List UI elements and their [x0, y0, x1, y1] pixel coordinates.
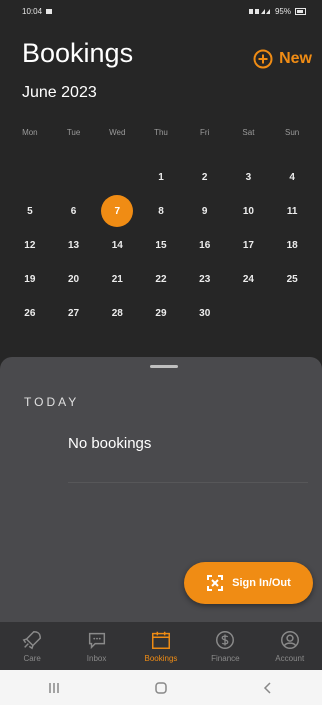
sheet-drag-handle[interactable]	[150, 365, 178, 368]
tab-label: Inbox	[86, 654, 107, 663]
calendar-day[interactable]: 24	[232, 263, 264, 295]
account-icon	[280, 631, 299, 649]
calendar-day[interactable]: 28	[101, 297, 133, 329]
plus-circle-icon	[253, 49, 273, 69]
calendar-day[interactable]: 3	[232, 161, 264, 193]
rocket-icon	[22, 631, 42, 650]
calendar-day[interactable]: 19	[14, 263, 46, 295]
tab-label: Account	[275, 654, 305, 663]
calendar-day[interactable]: 30	[189, 297, 221, 329]
calendar-day[interactable]: 6	[58, 195, 90, 227]
calendar-day[interactable]: 21	[101, 263, 133, 295]
calendar-day[interactable]: 18	[276, 229, 308, 261]
calendar-day[interactable]: 4	[276, 161, 308, 193]
calendar-day[interactable]: 10	[232, 195, 264, 227]
dollar-icon	[216, 631, 235, 649]
weekday-label: Tue	[66, 128, 81, 137]
weekday-label: Mon	[22, 128, 38, 137]
status-time: 10:04	[22, 6, 43, 16]
calendar-day[interactable]: 9	[189, 195, 221, 227]
new-booking-button[interactable]: New	[253, 49, 312, 69]
calendar-day[interactable]: 29	[145, 297, 177, 329]
tab-label: Bookings	[144, 654, 178, 663]
calendar-day[interactable]: 2	[189, 161, 221, 193]
weekday-label: Sat	[242, 128, 255, 137]
page-title: Bookings	[22, 38, 134, 68]
calendar-day[interactable]: 15	[145, 229, 177, 261]
calendar-day[interactable]: 20	[58, 263, 90, 295]
calendar-day[interactable]: 8	[145, 195, 177, 227]
tab-label: Finance	[211, 654, 240, 663]
tab-care[interactable]: Care	[0, 629, 64, 663]
empty-state-text: No bookings	[68, 435, 152, 452]
battery-percent: 95%	[274, 6, 291, 16]
recent-apps-button[interactable]	[24, 682, 84, 694]
status-bar: 10:04 95%	[0, 0, 322, 22]
divider	[68, 482, 308, 483]
bottom-tab-bar: Care Inbox Bookings Finance Account	[0, 622, 322, 670]
home-icon	[155, 681, 167, 694]
system-nav-bar	[0, 670, 322, 705]
calendar-day[interactable]: 11	[276, 195, 308, 227]
phone-screen: 10:04 95% Bookings New June 2023 Mon Tue W…	[0, 0, 322, 705]
weekday-label: Sun	[285, 128, 300, 137]
battery-icon	[295, 7, 306, 15]
calendar-day-selected[interactable]: 7	[101, 195, 134, 227]
back-chevron-icon	[264, 681, 271, 694]
bookings-sheet[interactable]: TODAY No bookings Sign In/Out	[0, 357, 322, 622]
section-label-today: TODAY	[24, 395, 80, 409]
calendar-day[interactable]: 27	[58, 297, 90, 329]
chat-icon	[88, 632, 105, 650]
calendar-day[interactable]: 13	[58, 229, 90, 261]
calendar-day[interactable]: 25	[276, 263, 308, 295]
calendar-day[interactable]: 14	[101, 229, 133, 261]
tab-bookings[interactable]: Bookings	[129, 629, 193, 663]
scan-icon	[207, 575, 224, 591]
calendar-day[interactable]: 5	[14, 195, 46, 227]
calendar-day[interactable]: 22	[145, 263, 177, 295]
weekday-label: Thu	[154, 128, 168, 137]
tab-finance[interactable]: Finance	[193, 629, 257, 663]
signal-icon	[248, 8, 270, 14]
tab-account[interactable]: Account	[258, 629, 322, 663]
calendar-icon	[151, 631, 170, 649]
calendar-grid: Mon Tue Wed Thu Fri Sat Sun 1 2 3 4 5 6 7 8 9 10 11 12 13 14…	[8, 126, 314, 330]
calendar-day[interactable]: 23	[189, 263, 221, 295]
weekday-label: Wed	[109, 128, 126, 137]
calendar-day[interactable]: 12	[14, 229, 46, 261]
sign-in-out-label: Sign In/Out	[232, 577, 291, 589]
home-button[interactable]	[131, 681, 191, 695]
calendar-day[interactable]: 1	[145, 161, 177, 193]
calendar-day[interactable]: 26	[14, 297, 46, 329]
recent-apps-icon	[48, 682, 59, 693]
new-booking-label: New	[279, 50, 312, 67]
calendar-day[interactable]: 17	[232, 229, 264, 261]
tab-inbox[interactable]: Inbox	[65, 629, 129, 663]
tab-label: Care	[23, 654, 41, 663]
sign-in-out-button[interactable]: Sign In/Out	[184, 562, 313, 604]
calendar-day[interactable]: 16	[189, 229, 221, 261]
back-button[interactable]	[238, 681, 298, 695]
month-label: June 2023	[22, 84, 97, 101]
weekday-label: Fri	[200, 128, 210, 137]
notification-icon	[46, 8, 53, 14]
